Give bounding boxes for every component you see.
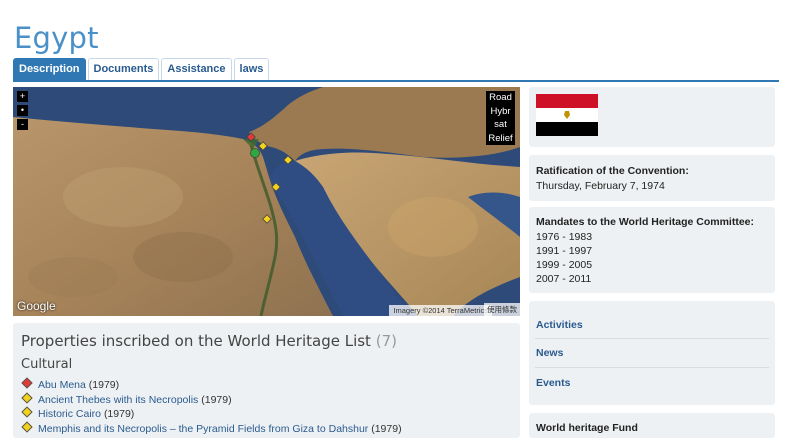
mandate-period: 2007 - 2011 <box>536 273 592 285</box>
zoom-reset-button[interactable]: • <box>17 105 28 116</box>
map-terms-link[interactable]: 使用條款 <box>484 303 520 316</box>
properties-title: Properties inscribed on the World Herita… <box>21 332 371 350</box>
flag-panel <box>529 87 775 147</box>
layer-satellite-button[interactable]: sat <box>486 118 515 132</box>
tab-description[interactable]: Description <box>13 58 86 80</box>
mandates-label: Mandates to the World Heritage Committee… <box>536 216 754 228</box>
map-layer-switcher: Road Hybr sat Relief <box>486 91 515 145</box>
property-list: Abu Mena (1979) Ancient Thebes with its … <box>21 377 402 438</box>
layer-hybrid-button[interactable]: Hybr <box>486 105 515 119</box>
links-panel: Activities News Events <box>529 301 775 405</box>
tab-laws[interactable]: laws <box>233 58 270 80</box>
list-item: Abu Mena (1979) <box>21 377 402 394</box>
property-year: (1979) <box>103 408 135 420</box>
divider <box>535 367 769 368</box>
google-logo: Google <box>17 299 56 313</box>
mandate-period: 1999 - 2005 <box>536 259 593 271</box>
property-link[interactable]: Abu Mena <box>38 379 86 391</box>
divider <box>535 338 769 339</box>
zoom-in-button[interactable]: + <box>17 91 28 102</box>
tab-assistance[interactable]: Assistance <box>161 58 232 80</box>
ratification-date: Thursday, February 7, 1974 <box>536 180 665 192</box>
yellow-diamond-icon <box>21 391 33 404</box>
page-title: Egypt <box>14 21 99 56</box>
news-link[interactable]: News <box>536 347 563 359</box>
mandates-panel: Mandates to the World Heritage Committee… <box>529 207 775 293</box>
mandate-period: 1976 - 1983 <box>536 231 593 243</box>
property-year: (1979) <box>371 422 402 435</box>
satellite-map[interactable]: + • - Road Hybr sat Relief Google Imager… <box>13 87 520 316</box>
list-item: Memphis and its Necropolis – the Pyramid… <box>21 420 402 438</box>
layer-relief-button[interactable]: Relief <box>486 132 515 146</box>
egypt-flag-icon <box>536 94 598 136</box>
tab-underline <box>13 80 779 82</box>
yellow-diamond-icon <box>21 406 33 418</box>
events-link[interactable]: Events <box>536 377 570 389</box>
ratification-panel: Ratification of the Convention: Thursday… <box>529 155 775 201</box>
property-link[interactable]: Historic Cairo <box>38 408 101 420</box>
tab-bar: Description Documents Assistance laws <box>13 58 271 80</box>
property-link[interactable]: Ancient Thebes with its Necropolis <box>38 394 198 406</box>
property-year: (1979) <box>88 379 120 391</box>
property-year: (1979) <box>201 393 232 406</box>
list-item: Ancient Thebes with its Necropolis (1979… <box>21 391 402 409</box>
properties-heading: Properties inscribed on the World Herita… <box>21 332 397 350</box>
fund-label: World heritage Fund <box>536 422 638 434</box>
property-link[interactable]: Memphis and its Necropolis – the Pyramid… <box>38 423 368 435</box>
properties-panel: Properties inscribed on the World Herita… <box>13 323 520 438</box>
fund-panel: World heritage Fund <box>529 413 775 438</box>
mandate-period: 1991 - 1997 <box>536 245 593 257</box>
tab-documents[interactable]: Documents <box>87 58 160 80</box>
zoom-out-button[interactable]: - <box>17 119 28 130</box>
yellow-diamond-icon <box>21 420 33 433</box>
activities-link[interactable]: Activities <box>536 319 583 331</box>
ratification-label: Ratification of the Convention: <box>536 165 689 177</box>
list-item: Historic Cairo (1979) <box>21 406 402 423</box>
map-imagery <box>13 87 520 316</box>
properties-count: (7) <box>375 332 397 350</box>
map-attribution: Imagery ©2014 TerraMetrics <box>389 305 492 316</box>
red-diamond-icon <box>21 377 33 389</box>
category-heading: Cultural <box>21 357 73 372</box>
layer-road-button[interactable]: Road <box>486 91 515 105</box>
